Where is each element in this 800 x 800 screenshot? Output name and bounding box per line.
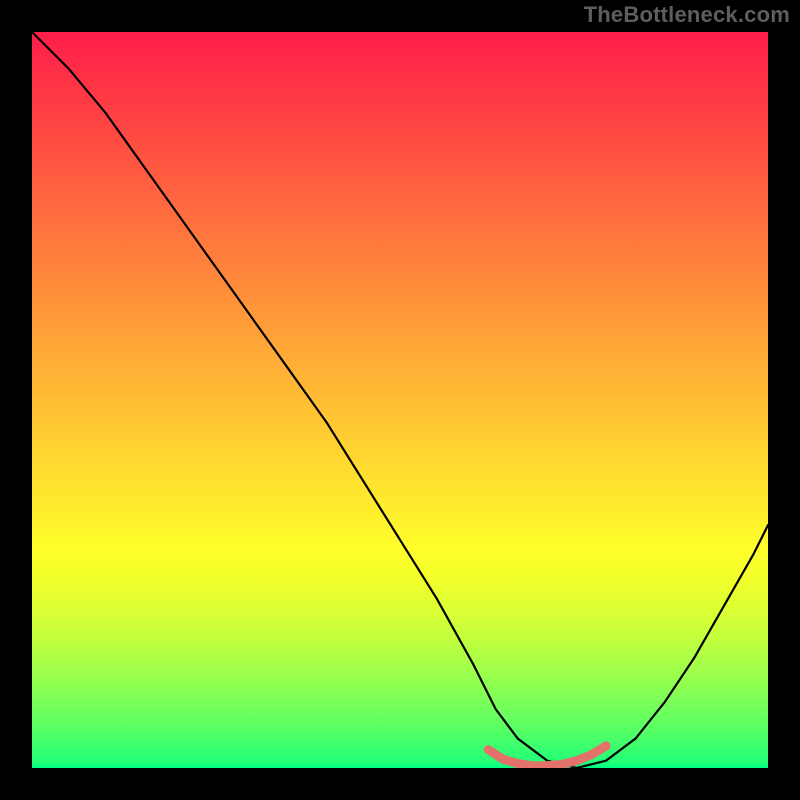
optimal-band-line <box>488 746 606 766</box>
bottleneck-curve-line <box>32 32 768 768</box>
chart-svg <box>32 32 768 768</box>
chart-plot-area <box>32 32 768 768</box>
watermark-text: TheBottleneck.com <box>584 2 790 28</box>
